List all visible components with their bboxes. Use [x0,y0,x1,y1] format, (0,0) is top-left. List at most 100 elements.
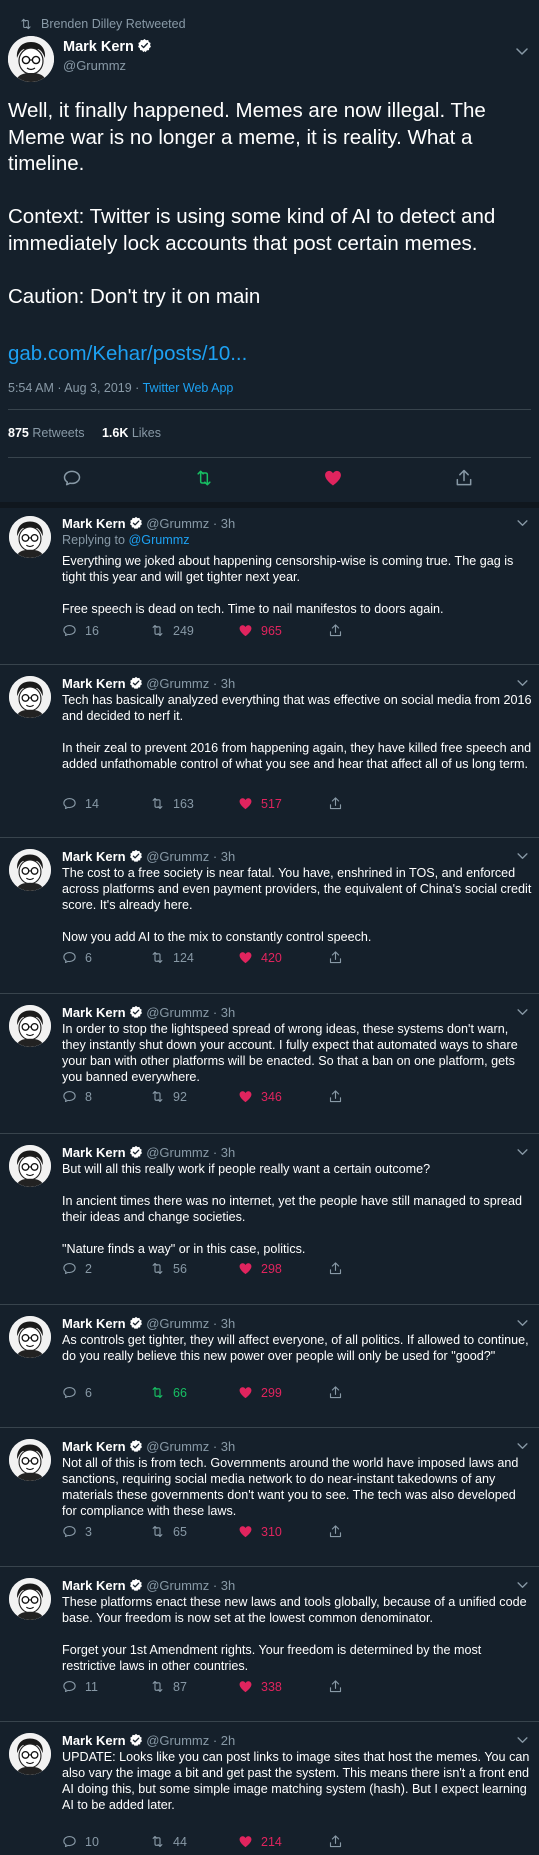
share-button[interactable] [328,1089,343,1104]
reply-button[interactable]: 8 [62,1089,92,1104]
author-block[interactable]: Mark Kern @Grummz [63,38,152,73]
chevron-down-icon[interactable] [516,48,528,56]
reply-text: But will all this really work if people … [62,1162,522,1256]
share-button[interactable] [328,1834,343,1849]
author-name[interactable]: Mark Kern [62,1316,126,1331]
like-button[interactable]: 338 [238,1679,282,1694]
chevron-down-icon[interactable] [517,680,528,687]
source-link[interactable]: Twitter Web App [143,381,234,395]
like-button[interactable]: 965 [238,623,282,638]
retweet-button[interactable]: 65 [150,1524,187,1539]
author-handle[interactable]: @Grummz · 3h [146,1005,235,1020]
avatar[interactable] [9,1733,51,1775]
share-button[interactable] [328,1679,343,1694]
retweet-icon[interactable] [194,468,214,488]
author-handle[interactable]: @Grummz · 3h [146,1145,235,1160]
share-button[interactable] [328,1385,343,1400]
chevron-down-icon[interactable] [517,1320,528,1327]
author-name[interactable]: Mark Kern [62,849,126,864]
reply-button[interactable]: 11 [62,1679,98,1694]
retweet-button[interactable]: 87 [150,1679,187,1694]
like-button[interactable]: 517 [238,796,282,811]
chevron-down-icon[interactable] [517,1149,528,1156]
retweet-button[interactable]: 249 [150,623,194,638]
avatar[interactable] [9,1005,51,1047]
avatar[interactable] [9,516,51,558]
reply-icon[interactable] [62,468,82,488]
avatar[interactable] [9,1439,51,1481]
author-handle[interactable]: @Grummz · 3h [146,849,235,864]
chevron-down-icon[interactable] [517,853,528,860]
author-handle[interactable]: @Grummz · 3h [146,516,235,531]
retweet-button[interactable]: 66 [150,1385,187,1400]
author-name[interactable]: Mark Kern [62,1005,126,1020]
like-button[interactable]: 214 [238,1834,282,1849]
chevron-down-icon[interactable] [517,1443,528,1450]
author-name[interactable]: Mark Kern [62,1145,126,1160]
author-handle[interactable]: @Grummz · 2h [146,1733,235,1748]
author-name[interactable]: Mark Kern [62,676,126,691]
heart-icon[interactable] [323,468,343,488]
author-handle[interactable]: @Grummz · 3h [146,676,235,691]
retweet-button[interactable]: 124 [150,950,194,965]
reply-button[interactable]: 3 [62,1524,92,1539]
author-name[interactable]: Mark Kern [62,1578,126,1593]
retweet-count: 65 [173,1524,187,1539]
retweet-count: 92 [173,1089,187,1104]
retweet-icon [150,1834,165,1849]
chevron-down-icon[interactable] [517,1009,528,1016]
avatar[interactable] [8,36,54,82]
avatar[interactable] [9,1316,51,1358]
like-count: 299 [261,1385,282,1400]
replying-handle[interactable]: @Grummz [129,533,190,547]
share-button[interactable] [328,1261,343,1276]
retweet-button[interactable]: 56 [150,1261,187,1276]
like-button[interactable]: 346 [238,1089,282,1104]
chevron-down-icon[interactable] [517,1737,528,1744]
author-handle[interactable]: @Grummz · 3h [146,1439,235,1454]
like-button[interactable]: 420 [238,950,282,965]
share-button[interactable] [328,623,343,638]
reply-button[interactable]: 14 [62,796,99,811]
retweet-button[interactable]: 92 [150,1089,187,1104]
likes-stat[interactable]: 1.6K Likes [102,426,161,440]
retweet-button[interactable]: 44 [150,1834,187,1849]
reply-icon [62,1834,77,1849]
author-handle[interactable]: @Grummz [63,58,152,73]
retweet-count: 66 [173,1385,187,1400]
divider [0,1721,539,1722]
reply-button[interactable]: 16 [62,623,99,638]
author-name[interactable]: Mark Kern [62,1733,126,1748]
timestamp[interactable]: 5:54 AM · Aug 3, 2019 · [8,381,143,395]
chevron-down-icon[interactable] [517,1582,528,1589]
author-name[interactable]: Mark Kern [63,39,134,55]
avatar[interactable] [9,849,51,891]
reply-button[interactable]: 6 [62,1385,92,1400]
avatar[interactable] [9,1578,51,1620]
author-name[interactable]: Mark Kern [62,516,126,531]
verified-icon [129,1145,143,1159]
share-button[interactable] [328,950,343,965]
author-handle[interactable]: @Grummz · 3h [146,1578,235,1593]
reply-header: Mark Kern @Grummz · 2h [62,1733,235,1748]
author-name[interactable]: Mark Kern [62,1439,126,1454]
retweets-stat[interactable]: 875 Retweets [8,426,84,440]
like-button[interactable]: 298 [238,1261,282,1276]
tweet-link[interactable]: gab.com/Kehar/posts/10... [8,342,247,366]
retweet-icon [150,950,165,965]
divider [8,457,531,458]
avatar[interactable] [9,1145,51,1187]
share-button[interactable] [328,1524,343,1539]
like-button[interactable]: 310 [238,1524,282,1539]
like-button[interactable]: 299 [238,1385,282,1400]
reply-button[interactable]: 10 [62,1834,99,1849]
reply-button[interactable]: 2 [62,1261,92,1276]
share-button[interactable] [328,796,343,811]
retweet-button[interactable]: 163 [150,796,194,811]
avatar[interactable] [9,676,51,718]
chevron-down-icon[interactable] [517,520,528,527]
share-icon [328,1834,343,1849]
share-icon[interactable] [454,468,474,488]
author-handle[interactable]: @Grummz · 3h [146,1316,235,1331]
reply-button[interactable]: 6 [62,950,92,965]
